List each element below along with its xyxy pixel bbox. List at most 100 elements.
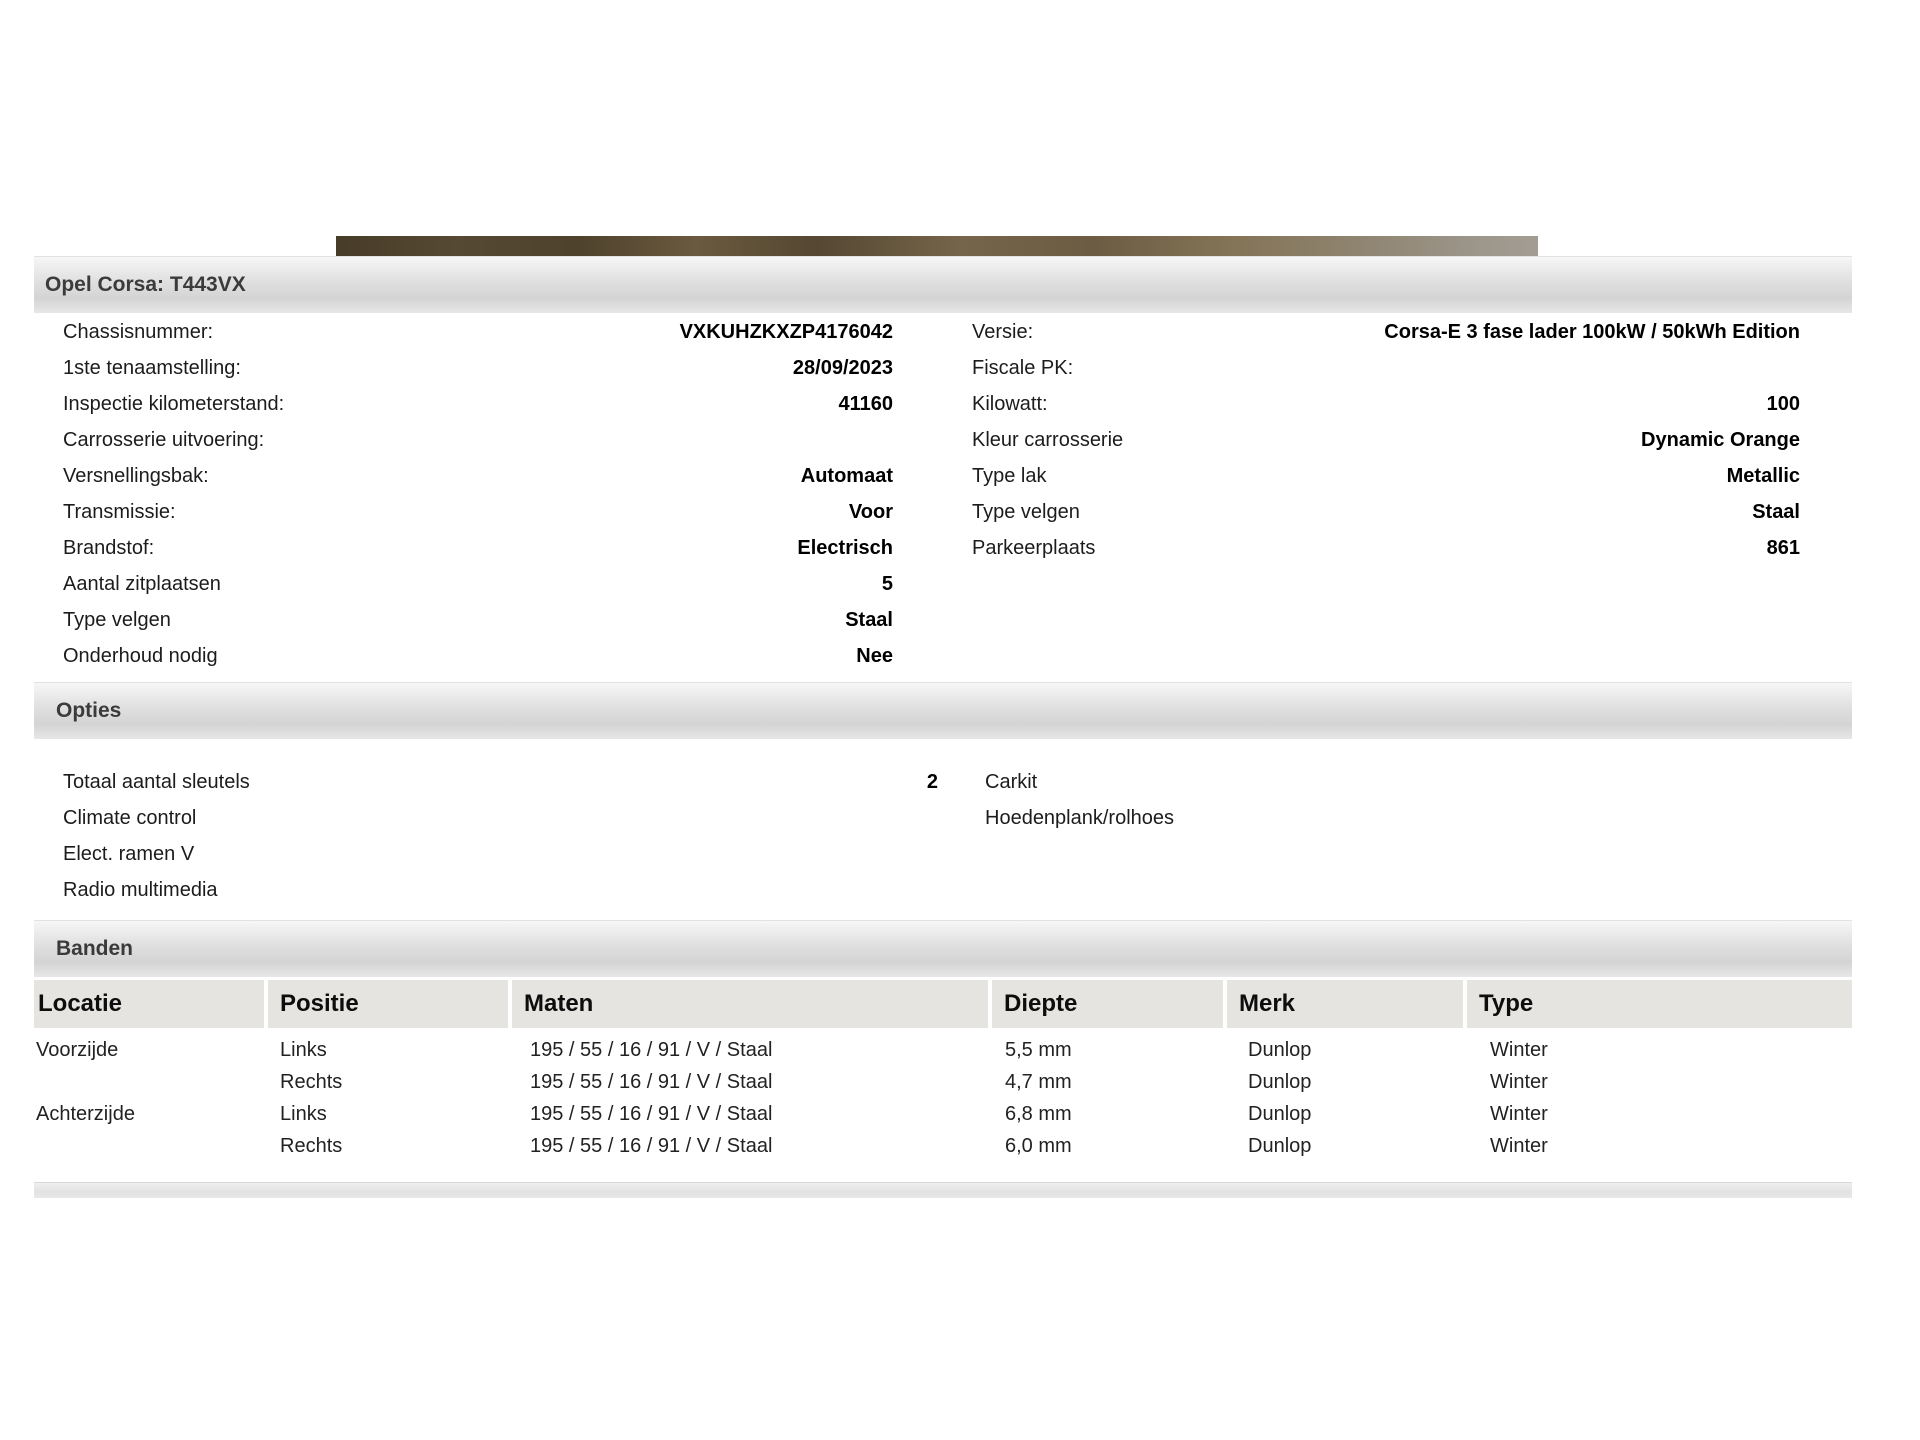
detail-label: 1ste tenaamstelling:	[63, 357, 241, 380]
details-left-column: Chassisnummer: VXKUHZKXZP4176042 1ste te…	[63, 314, 893, 674]
detail-row-type-velgen: Type velgen Staal	[63, 602, 893, 638]
detail-label: Versnellingsbak:	[63, 465, 209, 488]
detail-row-aantal-zitplaatsen: Aantal zitplaatsen 5	[63, 566, 893, 602]
tire-table-row-rear-left: Achterzijde Links 195 / 55 / 16 / 91 / V…	[0, 1098, 1920, 1130]
banden-section-title: Banden	[34, 937, 133, 961]
detail-value: 28/09/2023	[793, 357, 893, 380]
column-header-label: Positie	[268, 990, 359, 1018]
tire-cell-locatie: Achterzijde	[36, 1098, 135, 1130]
tire-cell-diepte: 5,5 mm	[1005, 1034, 1072, 1066]
tire-cell-maten: 195 / 55 / 16 / 91 / V / Staal	[530, 1098, 772, 1130]
tire-table-row-front-right: Rechts 195 / 55 / 16 / 91 / V / Staal 4,…	[0, 1066, 1920, 1098]
detail-label: Kilowatt:	[972, 393, 1048, 416]
detail-label: Brandstof:	[63, 537, 154, 560]
optie-label: Totaal aantal sleutels	[63, 771, 250, 794]
vehicle-report-page: Opel Corsa: T443VX Chassisnummer: VXKUHZ…	[0, 0, 1920, 1440]
detail-row-kilowatt: Kilowatt: 100	[972, 386, 1800, 422]
detail-row-carrosserie-uitvoering: Carrosserie uitvoering:	[63, 422, 893, 458]
detail-label: Inspectie kilometerstand:	[63, 393, 284, 416]
detail-value: 861	[1767, 537, 1800, 560]
tire-cell-positie: Rechts	[280, 1066, 342, 1098]
detail-value: 100	[1767, 393, 1800, 416]
tire-column-header-diepte: Diepte	[992, 980, 1223, 1028]
opties-section-title: Opties	[34, 699, 121, 723]
optie-row-hoedenplank-rolhoes: Hoedenplank/rolhoes	[985, 800, 1585, 836]
optie-label: Radio multimedia	[63, 879, 218, 902]
vehicle-title-bar: Opel Corsa: T443VX	[34, 256, 1852, 313]
opties-left-column: Totaal aantal sleutels 2 Climate control…	[63, 764, 938, 908]
detail-value: Corsa-E 3 fase lader 100kW / 50kWh Editi…	[1384, 321, 1800, 344]
detail-label: Chassisnummer:	[63, 321, 213, 344]
tire-cell-merk: Dunlop	[1248, 1098, 1311, 1130]
detail-value: 5	[882, 573, 893, 596]
detail-value: Voor	[849, 501, 893, 524]
optie-row-radio-multimedia: Radio multimedia	[63, 872, 938, 908]
column-header-label: Diepte	[992, 990, 1077, 1018]
column-header-label: Type	[1467, 990, 1533, 1018]
detail-row-1ste-tenaamstelling: 1ste tenaamstelling: 28/09/2023	[63, 350, 893, 386]
column-header-label: Merk	[1227, 990, 1295, 1018]
detail-row-onderhoud-nodig: Onderhoud nodig Nee	[63, 638, 893, 674]
detail-value: Dynamic Orange	[1641, 429, 1800, 452]
tire-cell-diepte: 6,0 mm	[1005, 1130, 1072, 1162]
tire-cell-positie: Rechts	[280, 1130, 342, 1162]
column-header-label: Locatie	[34, 990, 122, 1018]
detail-row-chassisnummer: Chassisnummer: VXKUHZKXZP4176042	[63, 314, 893, 350]
tire-column-header-merk: Merk	[1227, 980, 1463, 1028]
page-title: Opel Corsa: T443VX	[34, 273, 246, 297]
tire-column-header-maten: Maten	[512, 980, 988, 1028]
detail-label: Aantal zitplaatsen	[63, 573, 221, 596]
tire-cell-type: Winter	[1490, 1098, 1548, 1130]
detail-value: VXKUHZKXZP4176042	[680, 321, 893, 344]
opties-section-bar: Opties	[34, 682, 1852, 739]
detail-row-fiscale-pk: Fiscale PK:	[972, 350, 1800, 386]
detail-row-transmissie: Transmissie: Voor	[63, 494, 893, 530]
details-right-column: Versie: Corsa-E 3 fase lader 100kW / 50k…	[972, 314, 1800, 566]
detail-row-type-velgen-rechts: Type velgen Staal	[972, 494, 1800, 530]
tire-column-header-type: Type	[1467, 980, 1852, 1028]
detail-row-versnellingsbak: Versnellingsbak: Automaat	[63, 458, 893, 494]
detail-label: Parkeerplaats	[972, 537, 1095, 560]
detail-label: Carrosserie uitvoering:	[63, 429, 264, 452]
detail-row-kleur-carrosserie: Kleur carrosserie Dynamic Orange	[972, 422, 1800, 458]
tire-table-row-rear-right: Rechts 195 / 55 / 16 / 91 / V / Staal 6,…	[0, 1130, 1920, 1162]
tire-cell-merk: Dunlop	[1248, 1066, 1311, 1098]
detail-row-inspectie-kilometerstand: Inspectie kilometerstand: 41160	[63, 386, 893, 422]
detail-label: Transmissie:	[63, 501, 176, 524]
optie-row-climate-control: Climate control	[63, 800, 938, 836]
detail-value: Metallic	[1727, 465, 1800, 488]
tire-cell-maten: 195 / 55 / 16 / 91 / V / Staal	[530, 1066, 772, 1098]
tire-column-header-positie: Positie	[268, 980, 508, 1028]
optie-row-carkit: Carkit	[985, 764, 1585, 800]
tire-cell-positie: Links	[280, 1034, 327, 1066]
optie-row-totaal-aantal-sleutels: Totaal aantal sleutels 2	[63, 764, 938, 800]
detail-row-parkeerplaats: Parkeerplaats 861	[972, 530, 1800, 566]
detail-label: Onderhoud nodig	[63, 645, 218, 668]
optie-label: Carkit	[985, 771, 1037, 794]
tire-cell-type: Winter	[1490, 1130, 1548, 1162]
detail-value: Nee	[856, 645, 893, 668]
tire-cell-locatie: Voorzijde	[36, 1034, 118, 1066]
detail-label: Type lak	[972, 465, 1046, 488]
tire-cell-maten: 195 / 55 / 16 / 91 / V / Staal	[530, 1130, 772, 1162]
tire-cell-merk: Dunlop	[1248, 1130, 1311, 1162]
detail-label: Type velgen	[63, 609, 171, 632]
footer-divider-bar	[34, 1182, 1852, 1198]
tire-cell-diepte: 4,7 mm	[1005, 1066, 1072, 1098]
detail-label: Fiscale PK:	[972, 357, 1073, 380]
optie-row-elect-ramen-v: Elect. ramen V	[63, 836, 938, 872]
detail-value: Electrisch	[797, 537, 893, 560]
detail-value: Staal	[845, 609, 893, 632]
detail-label: Versie:	[972, 321, 1033, 344]
detail-label: Type velgen	[972, 501, 1080, 524]
optie-label: Climate control	[63, 807, 196, 830]
tire-table-row-front-left: Voorzijde Links 195 / 55 / 16 / 91 / V /…	[0, 1034, 1920, 1066]
detail-row-brandstof: Brandstof: Electrisch	[63, 530, 893, 566]
column-header-label: Maten	[512, 990, 593, 1018]
tire-cell-positie: Links	[280, 1098, 327, 1130]
tire-cell-diepte: 6,8 mm	[1005, 1098, 1072, 1130]
optie-label: Elect. ramen V	[63, 843, 194, 866]
detail-value: Staal	[1752, 501, 1800, 524]
detail-value: Automaat	[801, 465, 893, 488]
banden-section-bar: Banden	[34, 920, 1852, 977]
